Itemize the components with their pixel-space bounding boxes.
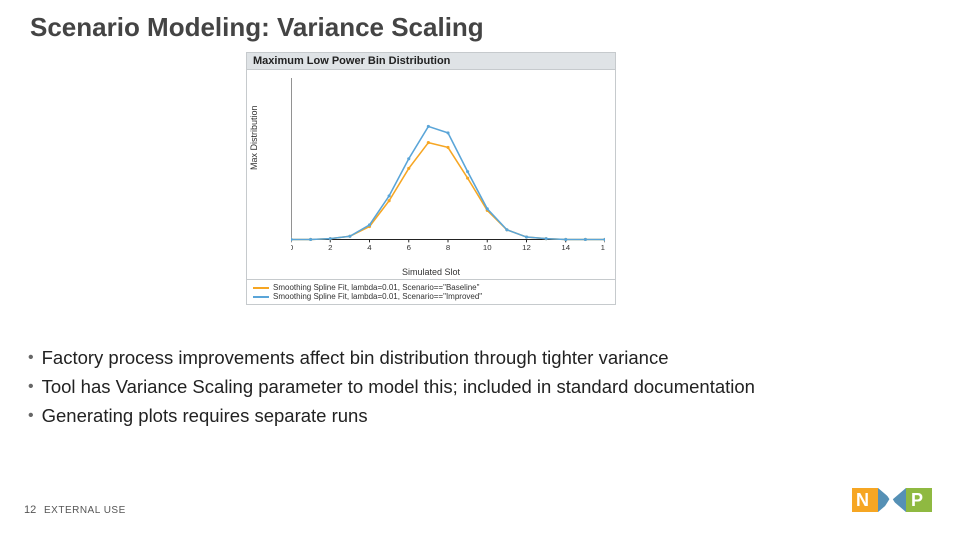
svg-text:12: 12 — [522, 243, 531, 251]
legend-swatch-icon — [253, 287, 269, 289]
svg-text:6: 6 — [407, 243, 411, 251]
legend-item: Smoothing Spline Fit, lambda=0.01, Scena… — [253, 292, 609, 301]
bullet-text: Generating plots requires separate runs — [42, 404, 368, 429]
bullet-text: Tool has Variance Scaling parameter to m… — [42, 375, 755, 400]
list-item: • Factory process improvements affect bi… — [28, 346, 920, 371]
bullet-icon: • — [28, 375, 34, 399]
page-title: Scenario Modeling: Variance Scaling — [30, 12, 484, 43]
legend-swatch-icon — [253, 296, 269, 298]
svg-text:14: 14 — [561, 243, 570, 251]
footer-label: EXTERNAL USE — [44, 505, 126, 516]
bullet-list: • Factory process improvements affect bi… — [28, 346, 920, 433]
chart-container: Maximum Low Power Bin Distribution Max D… — [246, 52, 616, 305]
chart-legend: Smoothing Spline Fit, lambda=0.01, Scena… — [246, 280, 616, 305]
bullet-text: Factory process improvements affect bin … — [42, 346, 669, 371]
svg-text:10: 10 — [483, 243, 492, 251]
svg-text:8: 8 — [446, 243, 450, 251]
chart-plot: Max Distribution 0%20%40%50%80%100% 0246… — [246, 70, 616, 280]
svg-text:N: N — [856, 490, 869, 510]
svg-text:16: 16 — [601, 243, 605, 251]
svg-text:4: 4 — [367, 243, 372, 251]
bullet-icon: • — [28, 404, 34, 428]
svg-text:P: P — [911, 490, 923, 510]
list-item: • Tool has Variance Scaling parameter to… — [28, 375, 920, 400]
legend-item: Smoothing Spline Fit, lambda=0.01, Scena… — [253, 283, 609, 292]
legend-label: Smoothing Spline Fit, lambda=0.01, Scena… — [273, 283, 479, 292]
svg-text:0: 0 — [291, 243, 293, 251]
list-item: • Generating plots requires separate run… — [28, 404, 920, 429]
svg-text:X: X — [885, 490, 897, 510]
chart-title: Maximum Low Power Bin Distribution — [246, 52, 616, 70]
chart-ylabel: Max Distribution — [249, 105, 259, 170]
page-number: 12 — [24, 504, 36, 516]
legend-label: Smoothing Spline Fit, lambda=0.01, Scena… — [273, 292, 482, 301]
chart-canvas: 0%20%40%50%80%100% 0246810121416 — [291, 78, 605, 251]
nxp-logo-icon: N X P — [852, 480, 932, 520]
bullet-icon: • — [28, 346, 34, 370]
chart-xlabel: Simulated Slot — [247, 267, 615, 277]
svg-text:2: 2 — [328, 243, 332, 251]
